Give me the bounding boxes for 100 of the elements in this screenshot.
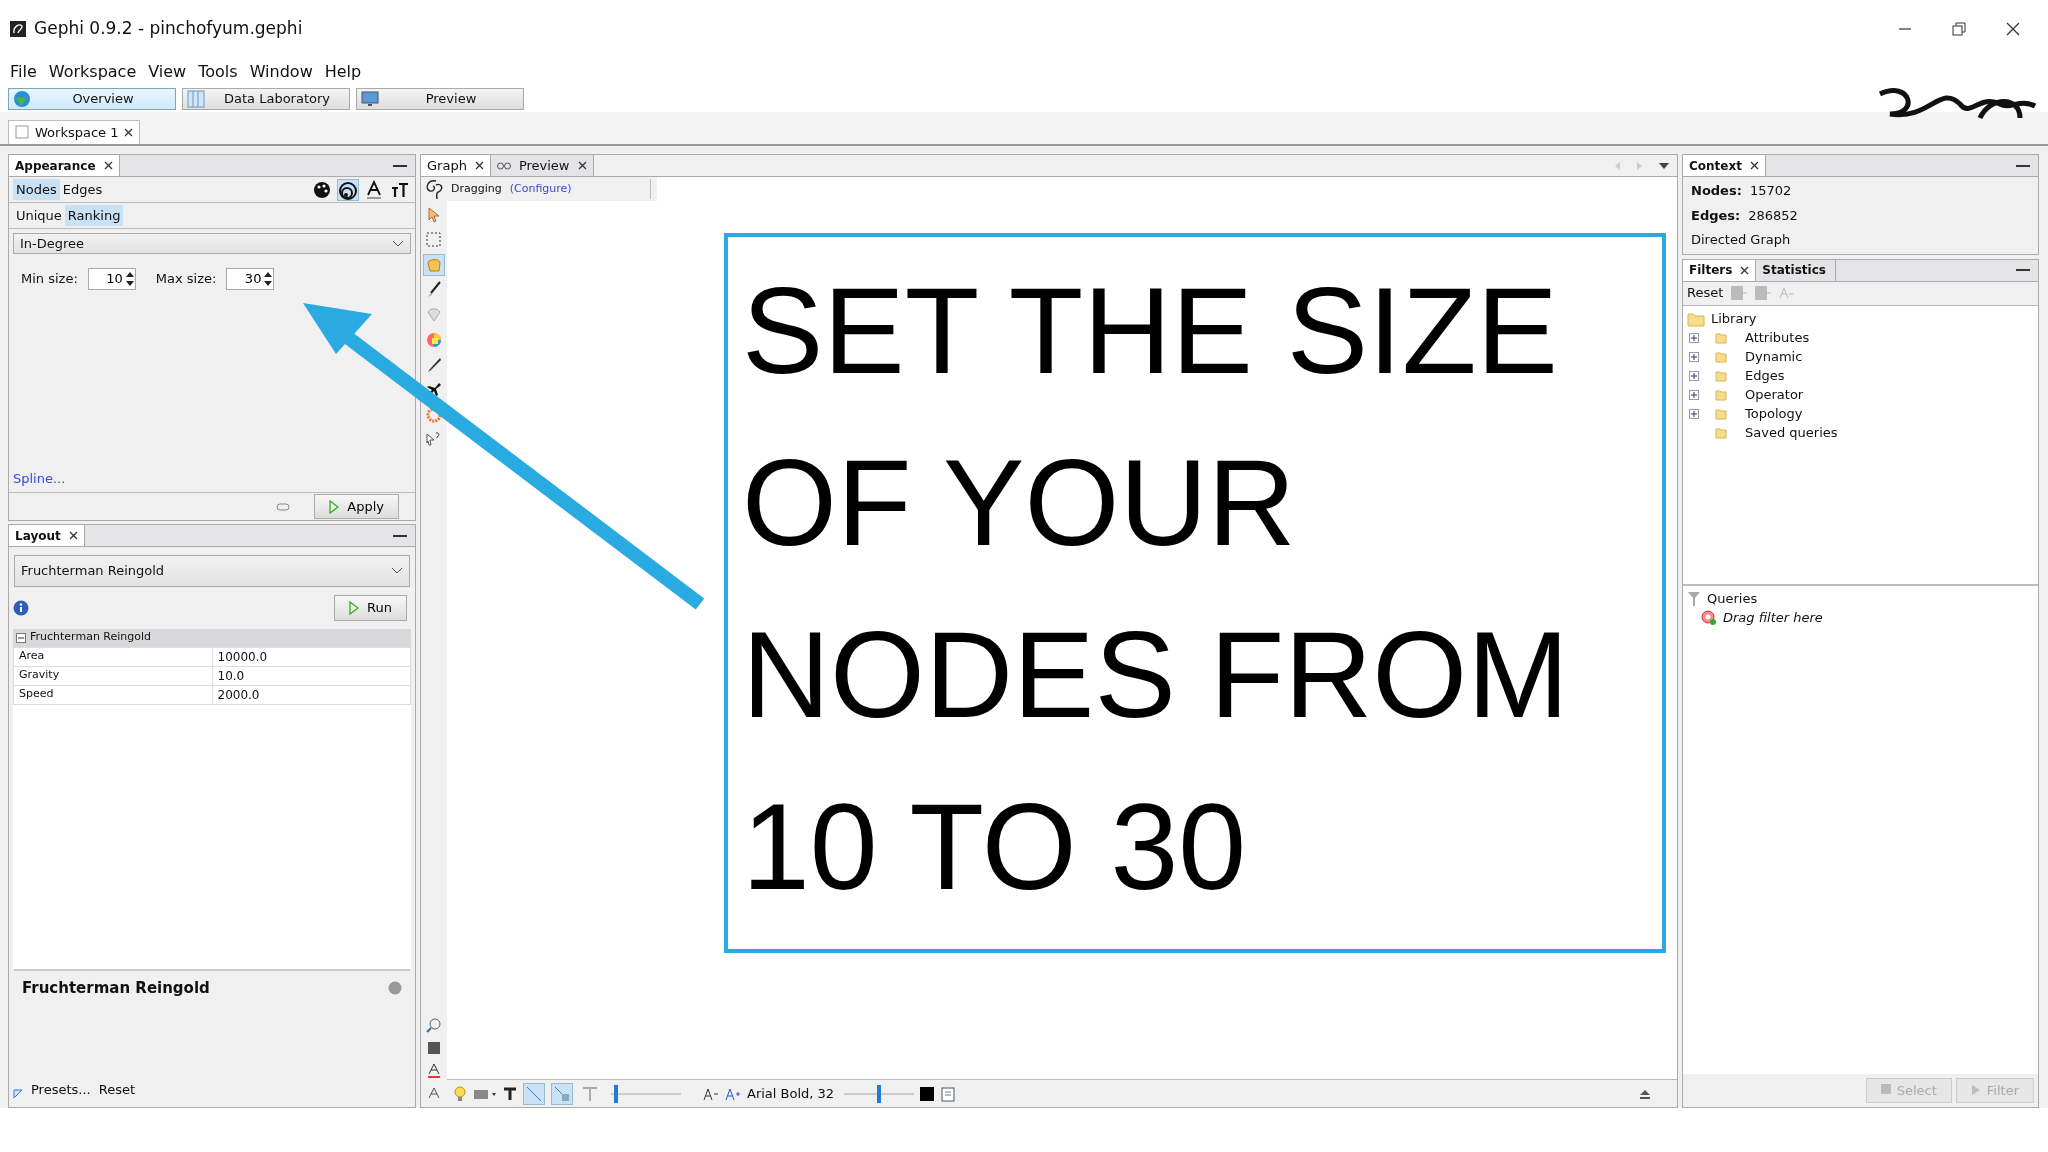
panel-tab[interactable]: Context [1683, 155, 1766, 176]
eject-icon[interactable] [1639, 1088, 1651, 1099]
close-icon[interactable] [1749, 161, 1759, 170]
circles-icon[interactable] [338, 179, 358, 200]
text-icon[interactable] [503, 1086, 517, 1101]
target-icon [1701, 610, 1717, 626]
font-increase-icon[interactable] [725, 1086, 741, 1101]
font-color-icon[interactable] [427, 1063, 441, 1079]
selection-rect-icon[interactable] [424, 230, 444, 250]
minimize-icon[interactable] [393, 534, 407, 537]
menu-item[interactable]: Tools [198, 60, 238, 84]
menu-item[interactable]: File [10, 60, 37, 84]
folder-icon [1715, 370, 1727, 382]
menu-item[interactable]: Workspace [48, 60, 137, 84]
font-decrease-icon[interactable] [703, 1086, 719, 1101]
folder-icon [1715, 389, 1727, 401]
clipboard-icon[interactable] [940, 1085, 957, 1102]
apply-button[interactable]: Apply [314, 493, 399, 520]
play-icon [329, 499, 340, 514]
close-icon[interactable] [1740, 265, 1750, 275]
reset-button[interactable]: Reset [1687, 283, 1724, 303]
expand-icon[interactable] [1689, 352, 1699, 362]
workspace-tab[interactable]: Workspace 1 [8, 119, 141, 144]
tree-item[interactable]: Library [1711, 309, 1757, 329]
minimize-icon[interactable] [2016, 164, 2030, 167]
view-tab[interactable]: Graph [421, 155, 491, 176]
element-tab[interactable]: Edges [59, 178, 106, 201]
perspective-button[interactable]: Overview [8, 88, 176, 110]
table-icon [187, 90, 205, 108]
tree-item[interactable]: Dynamic [1745, 347, 1803, 367]
algorithm-dropdown[interactable]: Fruchterman Reingold [14, 555, 410, 587]
tree-item[interactable]: Operator [1745, 385, 1804, 405]
expand-icon[interactable] [1689, 390, 1699, 400]
folder-icon [1687, 311, 1705, 327]
configure-link[interactable]: (Configure) [509, 180, 572, 198]
caption-text: 10 TO 30 [742, 778, 1248, 917]
panel-tab[interactable]: Appearance [9, 155, 120, 176]
globe-icon [13, 90, 31, 108]
tree-item[interactable]: Edges [1745, 366, 1785, 386]
play-icon [1970, 1084, 1981, 1097]
attribute-dropdown[interactable]: In-Degree [13, 233, 411, 254]
drop-hint: Drag filter here [1723, 609, 1823, 628]
font-label[interactable]: Arial Bold, 32 [747, 1083, 835, 1104]
close-icon[interactable] [474, 161, 484, 170]
square-icon[interactable] [427, 1041, 441, 1055]
tree-item[interactable]: Topology [1745, 404, 1803, 424]
mode-tab[interactable]: Unique [13, 204, 65, 227]
folder-icon [1715, 332, 1727, 344]
perspective-button[interactable]: Preview [356, 88, 524, 110]
expand-icon[interactable] [1689, 409, 1699, 419]
caption-text: SET THE SIZE [742, 262, 1559, 401]
panel-tab[interactable]: Layout [9, 525, 85, 546]
run-button[interactable]: Run [334, 595, 407, 621]
collapse-icon [16, 632, 26, 643]
close-icon[interactable] [103, 161, 113, 170]
letter-a-icon[interactable] [364, 179, 384, 200]
mode-tab[interactable]: Ranking [64, 204, 124, 227]
view-tab[interactable]: Preview [490, 155, 594, 176]
color-swatch-icon[interactable] [920, 1086, 935, 1101]
expand-icon[interactable] [1689, 371, 1699, 381]
panel-tab[interactable]: Filters [1683, 259, 1757, 281]
number-spinner[interactable]: 10 [87, 268, 136, 290]
menu-item[interactable]: Window [249, 60, 313, 84]
close-icon[interactable] [2006, 22, 2020, 36]
restore-icon[interactable] [1952, 22, 1966, 36]
close-icon[interactable] [124, 127, 134, 137]
element-tab[interactable]: Nodes [13, 178, 60, 201]
caption-text: OF YOUR [742, 434, 1297, 573]
funnel-icon [1687, 591, 1701, 607]
monitor-icon [361, 90, 379, 108]
presets-link[interactable]: Presets... [31, 1079, 91, 1099]
menu-item[interactable]: View [148, 60, 187, 84]
slider-thumb[interactable] [877, 1084, 882, 1103]
description-title: Fruchterman Reingold [22, 977, 210, 999]
zoom-icon[interactable] [426, 1017, 442, 1033]
number-spinner[interactable]: 30 [226, 268, 275, 290]
slider-thumb[interactable] [614, 1084, 619, 1103]
minimize-icon[interactable] [393, 164, 407, 167]
document-icon [15, 125, 29, 140]
chevron-down-icon [391, 567, 403, 575]
tree-item[interactable]: Attributes [1745, 328, 1810, 348]
menu-item[interactable]: Help [324, 60, 362, 84]
close-icon[interactable] [68, 531, 78, 540]
spline-link[interactable]: Spline... [13, 470, 66, 486]
reset-link[interactable]: Reset [98, 1079, 136, 1099]
expand-icon[interactable] [1689, 333, 1699, 343]
color-wheel-icon[interactable] [424, 330, 444, 350]
font-icon[interactable] [428, 1087, 440, 1099]
info-icon[interactable] [13, 599, 29, 616]
help-dot-icon [388, 980, 402, 995]
stat-value: 286852 [1748, 206, 1798, 225]
bulb-icon[interactable] [453, 1084, 467, 1103]
perspective-button[interactable]: Data Laboratory [182, 88, 350, 110]
property-value[interactable]: 10000.0 [212, 647, 411, 666]
close-icon[interactable] [577, 161, 587, 170]
tree-item[interactable]: Saved queries [1745, 423, 1838, 443]
app-logo-icon [10, 21, 26, 37]
dropdown-icon[interactable] [1659, 162, 1669, 169]
palette-icon[interactable] [312, 179, 332, 200]
property-group-header[interactable]: Fruchterman Reingold [13, 628, 411, 647]
